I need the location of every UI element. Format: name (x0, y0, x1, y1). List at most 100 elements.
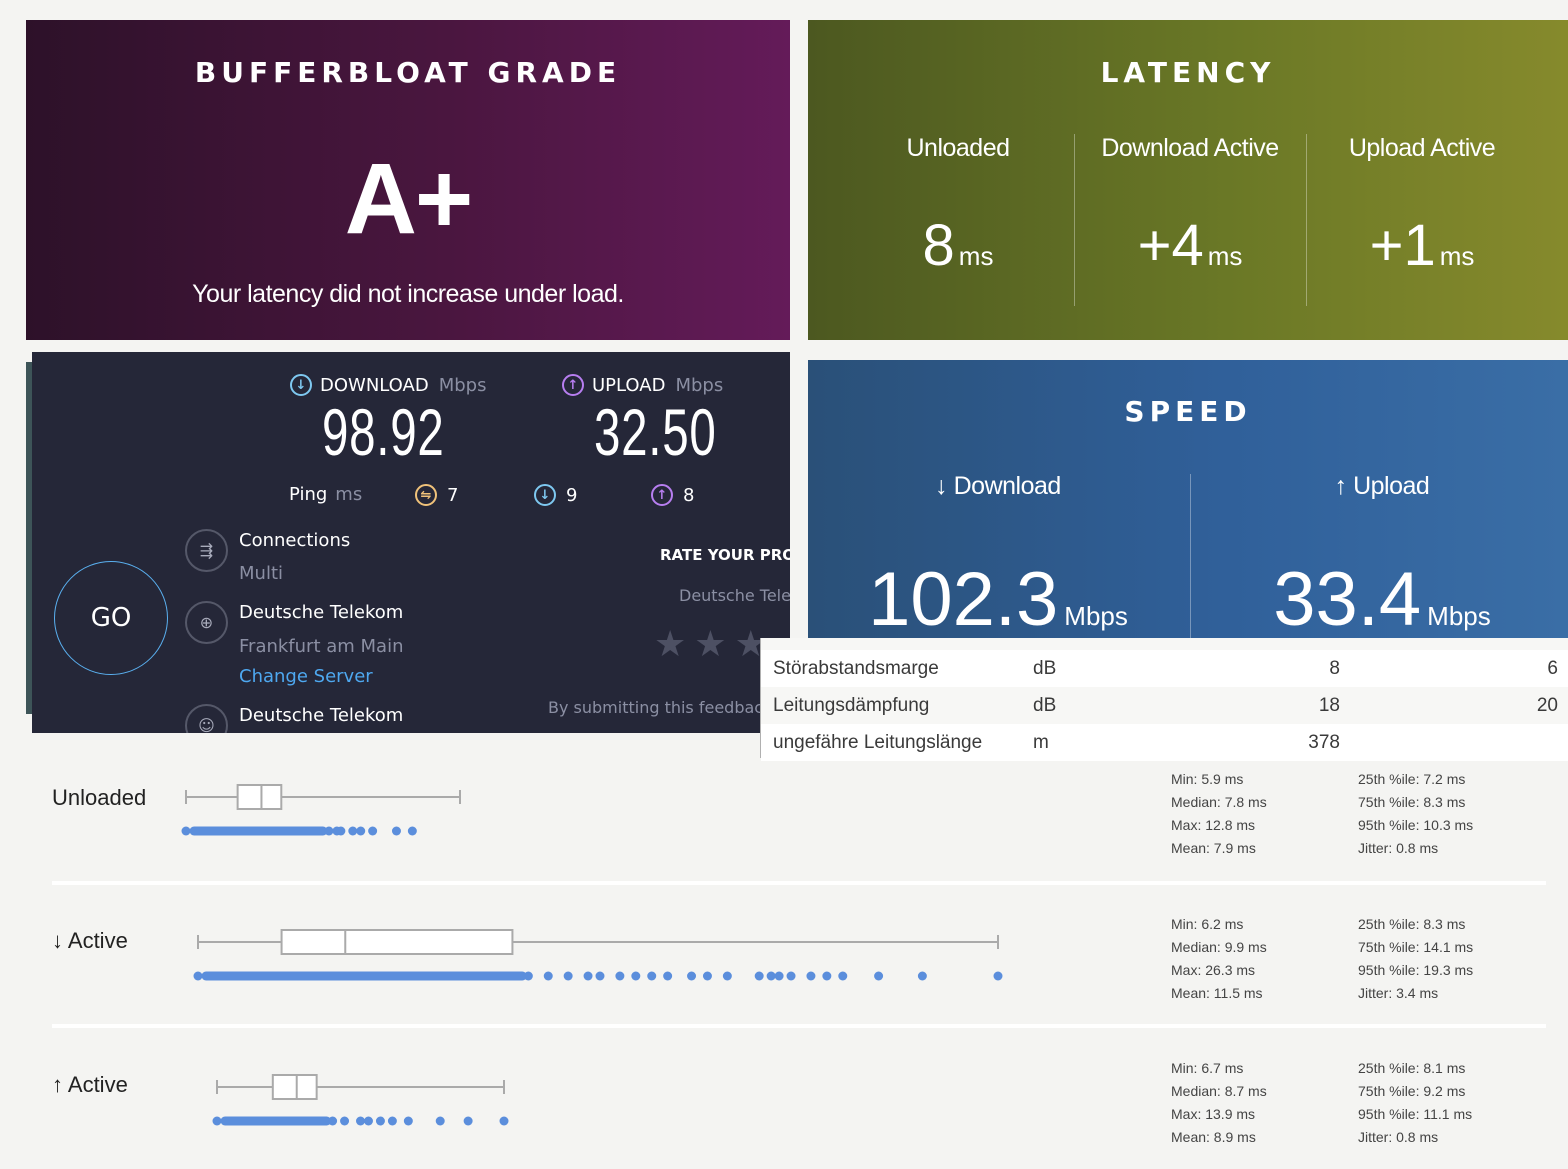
sample-dot (348, 826, 358, 836)
stat-min: Min: 5.9 ms (1171, 771, 1244, 787)
row-unit: dB (1033, 657, 1057, 679)
upload-unit: Mbps (1427, 601, 1491, 631)
server-title: Deutsche Telekom (239, 602, 404, 623)
sample-dot (356, 1116, 365, 1126)
download-number: 102.3 (868, 557, 1059, 638)
upload-value: 32.50 (594, 395, 717, 469)
table-row: Störabstandsmarge dB 8 6 (761, 650, 1568, 687)
stat-p25: 25th %ile: 7.2 ms (1358, 771, 1466, 787)
iqr-box (271, 1074, 318, 1100)
ping-download-value: 9 (566, 484, 578, 506)
sample-dot (391, 826, 401, 836)
row-value-1: 378 (1308, 731, 1340, 753)
stat-jitter: Jitter: 3.4 ms (1358, 985, 1439, 1001)
stat-mean: Mean: 7.9 ms (1171, 840, 1256, 856)
sample-dot (356, 826, 366, 836)
sample-dot (702, 971, 712, 981)
speed-upload-label: ↑ Upload (1192, 472, 1568, 501)
ping-idle-value: 7 (447, 484, 459, 506)
boxplot-chart (212, 1074, 509, 1126)
table-row: ungefähre Leitungslänge m 378 (761, 724, 1568, 761)
upload-unit: Mbps (675, 374, 724, 396)
boxplot-chart (181, 784, 461, 836)
iqr-box (236, 784, 283, 810)
latency-label: Upload Active (1348, 134, 1496, 162)
sample-dot (523, 971, 533, 981)
sample-dot (615, 971, 625, 981)
ping-download: ↓ 9 (534, 484, 577, 506)
stat-max: Max: 26.3 ms (1171, 962, 1256, 978)
sample-dot (324, 826, 334, 836)
stat-p25: 25th %ile: 8.3 ms (1358, 916, 1466, 932)
sample-dot (766, 971, 776, 981)
latency-title: LATENCY (1100, 56, 1276, 89)
sample-dot (336, 826, 346, 836)
sample-dot (583, 971, 593, 981)
download-header: ↓ DOWNLOAD Mbps (290, 374, 486, 396)
sample-dot (435, 1116, 445, 1126)
row-name: Leitungsdämpfung (773, 694, 930, 716)
latency-unit: ms (1207, 241, 1243, 271)
row-value-1: 8 (1329, 657, 1340, 679)
upload-arrow-icon: ↑ (651, 484, 673, 506)
stat-p95: 95th %ile: 10.3 ms (1358, 817, 1474, 833)
sample-dot (631, 971, 641, 981)
sample-dot (387, 1116, 397, 1126)
sample-dot (212, 1116, 222, 1126)
speed-upload-value: 33.4 Mbps (1192, 556, 1568, 638)
sample-dot (368, 826, 378, 836)
download-label: ↓ Download (935, 472, 1061, 500)
download-value: 98.92 (322, 395, 445, 469)
latency-unloaded: Unloaded 8 ms (842, 132, 1074, 306)
connections-title: Connections (239, 530, 351, 551)
row-unit: m (1033, 731, 1049, 753)
ping-idle-icon: ⇋ (415, 484, 437, 506)
connections-value[interactable]: Multi (239, 563, 283, 584)
section-divider (52, 1024, 1546, 1028)
sample-dot (181, 826, 191, 836)
rate-provider-name: Deutsche Tele (679, 586, 790, 605)
row-value-2: 6 (1547, 657, 1558, 679)
speed-card: SPEED ↓ Download ↑ Upload 102.3 Mbps 33.4… (808, 360, 1568, 638)
speedtest-panel: ↓ DOWNLOAD Mbps 98.92 ↑ UPLOAD Mbps 32.5… (32, 352, 790, 733)
boxplot-chart (193, 929, 1003, 981)
star-icon[interactable]: ★ (654, 624, 686, 665)
change-server-link[interactable]: Change Server (239, 666, 373, 687)
rating-stars[interactable]: ★ ★ ★ (654, 624, 767, 665)
sample-dot (563, 971, 573, 981)
rate-provider-title: RATE YOUR PRO (660, 546, 790, 564)
sample-dot (874, 971, 884, 981)
user-icon: ☺ (185, 704, 228, 733)
upload-label: ↑ Upload (1334, 472, 1430, 500)
stat-p95: 95th %ile: 11.1 ms (1358, 1106, 1473, 1122)
speed-download-label: ↓ Download (808, 472, 1188, 501)
latency-unit: ms (958, 241, 994, 271)
latency-download-active: Download Active +4 ms (1074, 132, 1306, 306)
bufferbloat-message: Your latency did not increase under load… (192, 280, 624, 308)
sample-dot (822, 971, 832, 981)
stats-left: Min: 6.2 ms Median: 9.9 ms Max: 26.3 ms … (1171, 913, 1267, 1005)
ping-upload-value: 8 (683, 484, 695, 506)
ping-idle: ⇋ 7 (415, 484, 458, 506)
stats-left: Min: 5.9 ms Median: 7.8 ms Max: 12.8 ms … (1171, 768, 1267, 860)
sample-dot (917, 971, 927, 981)
row-value-2: 20 (1536, 694, 1558, 716)
sample-dot (663, 971, 673, 981)
stats-right: 25th %ile: 7.2 ms 75th %ile: 8.3 ms 95th… (1358, 768, 1473, 860)
star-icon[interactable]: ★ (694, 624, 726, 665)
stats-left: Min: 6.7 ms Median: 8.7 ms Max: 13.9 ms … (1171, 1057, 1267, 1149)
speed-title: SPEED (1124, 395, 1252, 428)
sample-dot (687, 971, 697, 981)
latency-value: +1 (1369, 213, 1436, 278)
stat-p25: 25th %ile: 8.1 ms (1358, 1060, 1466, 1076)
sample-dot (363, 1116, 373, 1126)
stat-mean: Mean: 8.9 ms (1171, 1129, 1256, 1145)
row-name: ungefähre Leitungslänge (773, 731, 983, 753)
go-button[interactable]: GO (54, 561, 168, 675)
stat-p75: 75th %ile: 14.1 ms (1358, 939, 1474, 955)
upload-arrow-icon: ↑ (562, 374, 584, 396)
stat-mean: Mean: 11.5 ms (1171, 985, 1263, 1001)
sample-dot (774, 971, 784, 981)
sample-dot (786, 971, 796, 981)
speed-download-value: 102.3 Mbps (808, 556, 1188, 638)
